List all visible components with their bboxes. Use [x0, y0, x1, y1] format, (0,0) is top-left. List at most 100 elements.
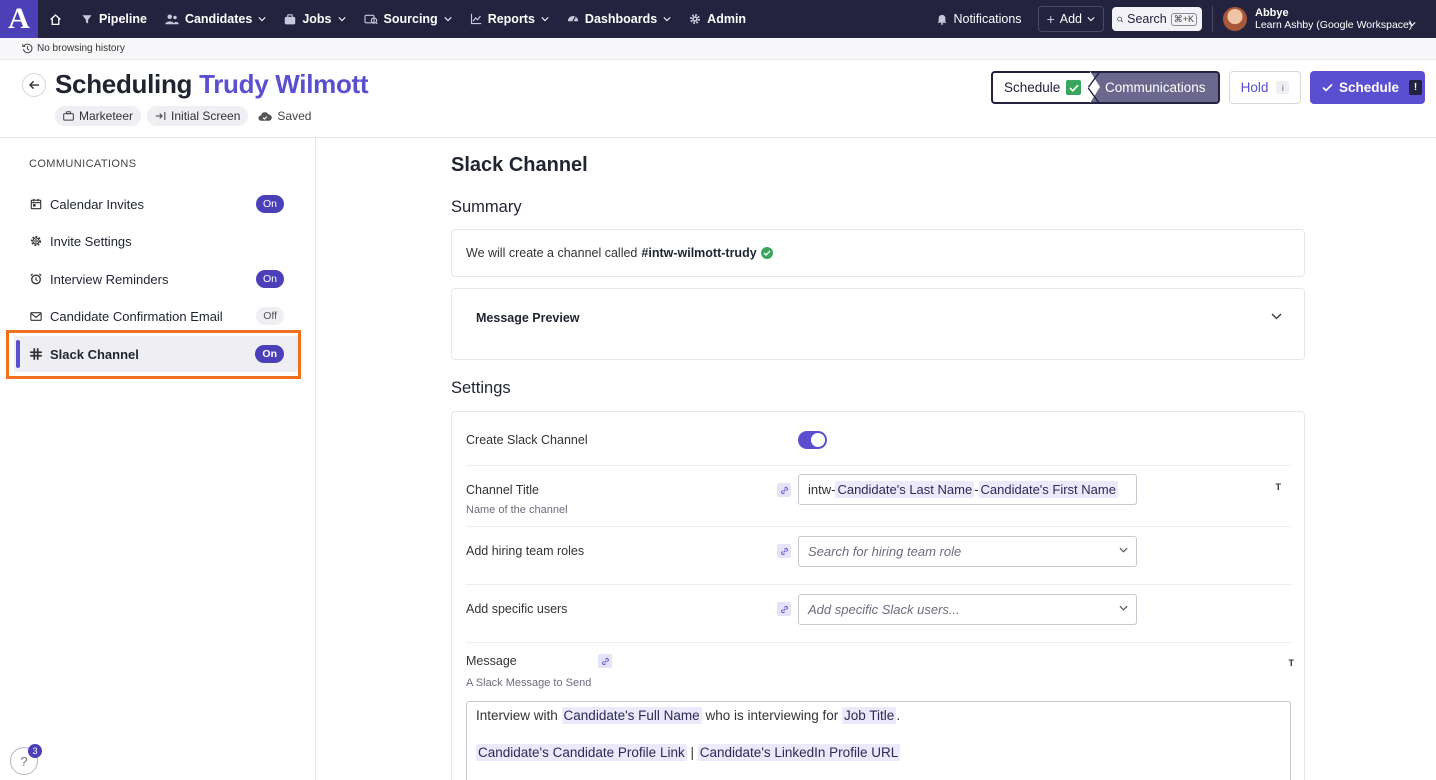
step-communications[interactable]: Communications [1088, 71, 1220, 104]
page-header: Scheduling Trudy Wilmott Marketeer Initi… [0, 60, 1436, 138]
search-label: Search [1127, 12, 1167, 26]
hold-label: Hold [1240, 80, 1269, 95]
sidebar-item-label: Interview Reminders [50, 271, 169, 287]
check-icon [1322, 83, 1333, 92]
ashby-logo[interactable]: A [0, 0, 38, 38]
nav-pipeline[interactable]: Pipeline [72, 0, 156, 38]
variable-chip[interactable]: Candidate's LinkedIn Profile URL [697, 744, 901, 761]
stage-tag[interactable]: Initial Screen [147, 106, 249, 126]
sidebar-item-interview-reminders[interactable]: Interview Reminders On [14, 261, 298, 297]
message-text: | [690, 745, 694, 760]
settings-card: Create Slack Channel Channel Title Name … [451, 411, 1305, 780]
message-preview-card[interactable]: Message Preview [451, 288, 1305, 360]
status-badge: On [255, 270, 284, 288]
variable-chip[interactable]: Candidate's Last Name [835, 481, 975, 498]
schedule-button[interactable]: Schedule ! [1310, 71, 1425, 104]
step-schedule-label: Schedule [1004, 80, 1061, 95]
message-label: Message [466, 654, 517, 668]
sidebar-item-label: Candidate Confirmation Email [50, 308, 223, 324]
specific-users-label: Add specific users [466, 602, 568, 616]
saved-status: Saved [254, 109, 311, 123]
variable-chip[interactable]: Candidate's First Name [978, 481, 1118, 498]
channel-title-row: Channel Title Name of the channel intw- … [466, 466, 1291, 527]
user-name: Abbye [1255, 6, 1289, 19]
home-icon[interactable] [38, 13, 72, 26]
nav-jobs[interactable]: Jobs [275, 0, 354, 38]
link-icon[interactable] [777, 483, 791, 497]
nav-candidates[interactable]: Candidates [156, 0, 275, 38]
header-tags: Marketeer Initial Screen Saved [55, 106, 311, 126]
search-shortcut: ⌘+K [1170, 12, 1197, 26]
sidebar-item-invite-settings[interactable]: Invite Settings [14, 223, 298, 259]
chevron-down-icon[interactable] [1271, 313, 1282, 320]
communications-sidebar: COMMUNICATIONS Calendar Invites On Invit… [0, 138, 316, 780]
check-icon [1066, 80, 1082, 95]
status-badge: On [255, 195, 284, 213]
channel-title-label: Channel Title [466, 483, 539, 497]
page-title: Scheduling Trudy Wilmott [55, 69, 369, 100]
create-channel-row: Create Slack Channel [466, 412, 1291, 466]
step-schedule[interactable]: Schedule [991, 71, 1091, 104]
specific-users-placeholder: Add specific Slack users... [808, 602, 960, 617]
sidebar-item-calendar-invites[interactable]: Calendar Invites On [14, 186, 298, 222]
create-channel-toggle[interactable] [798, 431, 827, 449]
schedule-label: Schedule [1339, 80, 1400, 95]
sidebar-item-candidate-confirmation-email[interactable]: Candidate Confirmation Email Off [14, 298, 298, 334]
nav-sourcing-label: Sourcing [383, 12, 438, 26]
gear-icon [30, 235, 42, 247]
nav-dashboards[interactable]: Dashboards [558, 0, 680, 38]
sidebar-item-label: Calendar Invites [50, 196, 144, 212]
message-line-1: Interview with Candidate's Full Name who… [476, 707, 1281, 724]
specific-users-row: Add specific users Add specific Slack us… [466, 585, 1291, 643]
chevron-down-icon [1119, 547, 1128, 553]
text-format-icon[interactable]: T [1276, 482, 1282, 492]
plus-icon: + [1046, 11, 1055, 27]
link-icon[interactable] [777, 544, 791, 558]
user-org: Learn Ashby (Google Workspace) [1255, 18, 1413, 31]
link-icon[interactable] [777, 602, 791, 616]
nav-admin[interactable]: Admin [680, 0, 755, 38]
nav-sourcing[interactable]: Sourcing [355, 0, 461, 38]
hiring-roles-row: Add hiring team roles Search for hiring … [466, 527, 1291, 585]
notifications-button[interactable]: Notifications [937, 12, 1037, 26]
arrow-right-to-line-icon [155, 112, 166, 120]
channel-title-input[interactable]: intw- Candidate's Last Name - Candidate'… [798, 474, 1137, 505]
job-tag[interactable]: Marketeer [55, 106, 142, 126]
main-content: Slack Channel Summary We will create a c… [317, 138, 1436, 780]
channel-prefix: intw- [808, 482, 836, 497]
message-text: Interview with [476, 708, 558, 723]
candidate-name-link[interactable]: Trudy Wilmott [199, 69, 369, 99]
hiring-roles-placeholder: Search for hiring team role [808, 544, 962, 559]
gear-icon [690, 13, 701, 25]
message-sub: A Slack Message to Send [466, 677, 592, 689]
cloud-check-icon [258, 111, 273, 121]
status-badge: Off [256, 307, 284, 325]
search-button[interactable]: Search ⌘+K [1112, 7, 1202, 31]
back-button[interactable] [22, 73, 46, 97]
specific-users-select[interactable]: Add specific Slack users... [798, 594, 1137, 625]
create-channel-label: Create Slack Channel [466, 433, 588, 447]
briefcase-icon [285, 13, 296, 24]
variable-chip[interactable]: Job Title [842, 707, 897, 724]
help-count-badge: 3 [28, 744, 42, 758]
channel-name: #intw-wilmott-trudy [641, 246, 757, 260]
top-nav: A Pipeline Candidates Jobs Sourcing Repo… [0, 0, 1436, 38]
variable-chip[interactable]: Candidate's Full Name [561, 707, 702, 724]
message-line-2: Candidate's Candidate Profile Link | Can… [476, 744, 1281, 761]
add-button[interactable]: + Add [1037, 6, 1104, 32]
nav-divider [1212, 6, 1213, 32]
link-icon[interactable] [598, 654, 612, 668]
alarm-icon [30, 273, 42, 285]
text-format-icon[interactable]: T [1289, 658, 1295, 668]
warning-badge: ! [1409, 80, 1423, 95]
message-text: who is interviewing for [705, 708, 839, 723]
variable-chip[interactable]: Candidate's Candidate Profile Link [476, 744, 687, 761]
user-menu[interactable]: Abbye Learn Ashby (Google Workspace) [1223, 7, 1436, 32]
summary-card: We will create a channel called #intw-wi… [451, 229, 1305, 277]
hiring-roles-select[interactable]: Search for hiring team role [798, 536, 1137, 567]
avatar [1223, 7, 1247, 31]
settings-heading: Settings [451, 379, 511, 397]
hold-button[interactable]: Hold i [1229, 71, 1301, 104]
nav-reports[interactable]: Reports [461, 0, 558, 38]
message-editor[interactable]: Interview with Candidate's Full Name who… [466, 701, 1291, 780]
